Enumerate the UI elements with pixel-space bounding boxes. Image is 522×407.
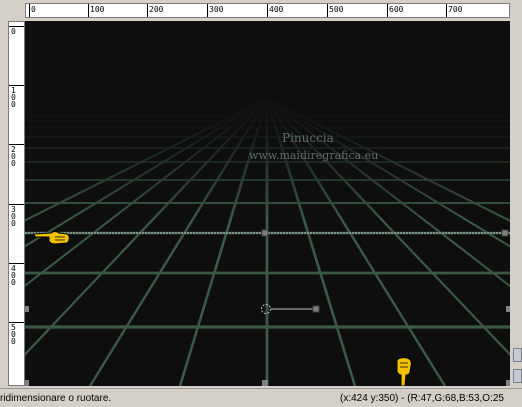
ruler-label-100: 100 bbox=[90, 5, 105, 14]
ruler-label-400: 400 bbox=[269, 5, 284, 14]
ruler-major-tick bbox=[29, 4, 30, 17]
horizontal-ruler-strip: 0 100 200 300 400 500 600 700 bbox=[25, 3, 510, 18]
ruler-major-tick bbox=[207, 4, 208, 17]
vruler-label-100: 100 bbox=[11, 86, 16, 109]
ruler-major-tick bbox=[387, 4, 388, 17]
ruler-major-tick bbox=[88, 4, 89, 17]
watermark-line1: Pinuccia bbox=[282, 131, 334, 145]
panel-dock-button[interactable] bbox=[513, 369, 522, 383]
watermark-line2: www.maidiregrafica.eu bbox=[249, 149, 379, 162]
right-panel-edge bbox=[510, 21, 522, 386]
perspective-grid bbox=[25, 21, 510, 386]
vruler-label-300: 300 bbox=[11, 205, 16, 228]
status-bar: ridimensionare o ruotare. (x:424 y:350) … bbox=[0, 388, 522, 407]
rotation-pivot-icon[interactable] bbox=[259, 301, 323, 317]
ruler-major-tick bbox=[267, 4, 268, 17]
vertical-ruler: 0 100 200 300 400 500 bbox=[8, 21, 25, 386]
ruler-major-tick bbox=[446, 4, 447, 17]
ruler-label-0: 0 bbox=[31, 5, 36, 14]
horizontal-ruler: 0 100 200 300 400 500 600 700 bbox=[0, 0, 522, 21]
status-hint: ridimensionare o ruotare. bbox=[0, 393, 112, 404]
vruler-label-400: 400 bbox=[11, 264, 16, 287]
vruler-label-0: 0 bbox=[11, 27, 16, 36]
ruler-label-300: 300 bbox=[209, 5, 224, 14]
pointing-hand-icon-left bbox=[33, 231, 70, 245]
panel-dock-button[interactable] bbox=[513, 348, 522, 362]
ruler-label-500: 500 bbox=[329, 5, 344, 14]
status-pixel-readout: (x:424 y:350) - (R:47,G:68,B:53,O:25 bbox=[340, 393, 504, 404]
ruler-label-600: 600 bbox=[389, 5, 404, 14]
ruler-major-tick bbox=[147, 4, 148, 17]
ruler-label-700: 700 bbox=[448, 5, 463, 14]
image-canvas[interactable]: Pinuccia www.maidiregrafica.eu bbox=[25, 21, 510, 386]
ruler-label-200: 200 bbox=[149, 5, 164, 14]
pointing-hand-icon-bottom bbox=[396, 357, 412, 386]
vruler-label-500: 500 bbox=[11, 323, 16, 346]
ruler-major-tick bbox=[327, 4, 328, 17]
vruler-label-200: 200 bbox=[11, 145, 16, 168]
